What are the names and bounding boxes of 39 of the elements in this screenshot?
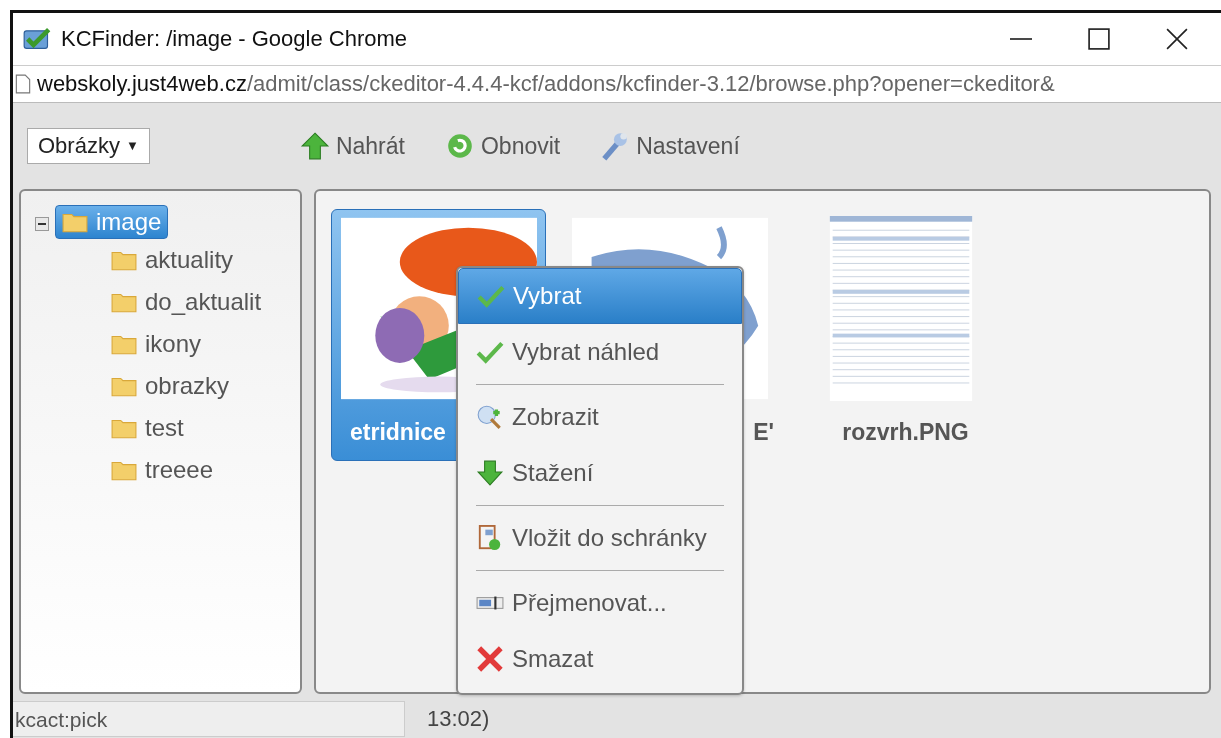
menu-item[interactable]: Vložit do schránky: [458, 510, 742, 566]
maximize-icon[interactable]: [1088, 28, 1110, 50]
tree-item[interactable]: aktuality: [103, 243, 240, 277]
toolbar-button[interactable]: Obnovit: [444, 131, 561, 161]
file-tile[interactable]: rozvrh.PNG: [793, 209, 1008, 461]
page-icon: [15, 74, 31, 94]
menu-item[interactable]: Smazat: [458, 631, 742, 687]
toolbar-button[interactable]: Nahrát: [299, 131, 405, 161]
checkmark-app-icon: [23, 27, 51, 51]
type-dropdown[interactable]: Obrázky $^{▼}$: [27, 128, 150, 164]
folder-icon: [111, 249, 137, 271]
link-preview: kcact:pick: [13, 701, 405, 737]
checkmark-icon: [477, 283, 505, 309]
magnifier-icon: [476, 404, 504, 430]
collapse-icon[interactable]: [35, 217, 49, 231]
url-text[interactable]: webskoly.just4web.cz/admit/class/ckeditor-4.4.4-kcf/addons/kcfinder-3.12/browse.php?opener=ckeditor&: [37, 71, 1055, 97]
delete-icon: [476, 646, 504, 672]
tree-item[interactable]: treeee: [103, 453, 220, 487]
folder-icon: [111, 375, 137, 397]
menu-item[interactable]: Přejmenovat...: [458, 575, 742, 631]
folder-icon: [111, 417, 137, 439]
tree-item[interactable]: test: [103, 411, 190, 445]
close-icon[interactable]: [1166, 28, 1188, 50]
tree-item[interactable]: ikony: [103, 327, 208, 361]
file-name: rozvrh.PNG: [841, 419, 969, 446]
window-title: KCFinder: /image - Google Chrome: [61, 26, 408, 52]
folder-icon: [111, 291, 137, 313]
up-arrow-icon: [299, 131, 330, 161]
file-name: etridnice: [349, 419, 446, 446]
folder-icon: [62, 211, 88, 233]
folder-icon: [111, 333, 137, 355]
toolbar-button[interactable]: Nastavení: [600, 131, 740, 161]
tree-item[interactable]: do_aktualit: [103, 285, 268, 319]
checkmark-icon: [476, 339, 504, 365]
tree-item[interactable]: obrazky: [103, 369, 236, 403]
folder-icon: [111, 459, 137, 481]
down-arrow-icon: [476, 460, 504, 486]
status-text: 13:02): [426, 706, 490, 732]
file-name: E': [752, 419, 774, 446]
